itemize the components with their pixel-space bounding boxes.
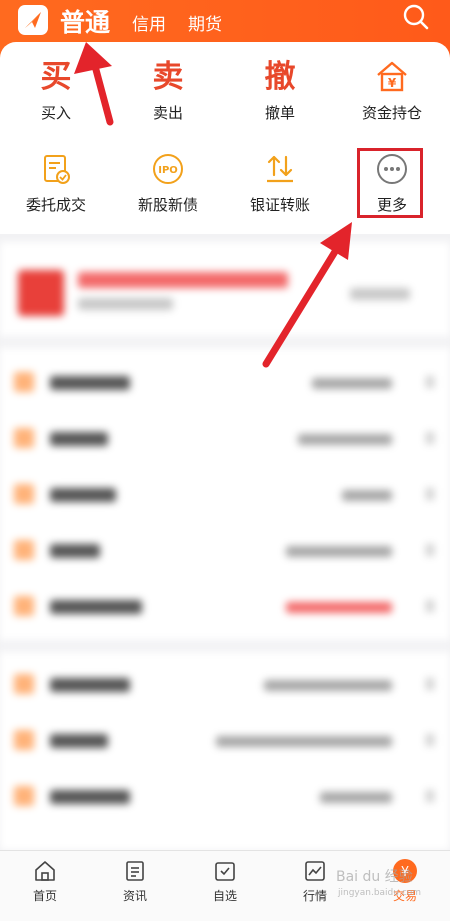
search-button[interactable] xyxy=(402,3,430,31)
blurred-content xyxy=(0,242,450,850)
row-title xyxy=(50,432,108,446)
chevron-right-icon xyxy=(426,734,434,746)
row-title xyxy=(50,600,142,614)
order-check-icon xyxy=(0,152,112,186)
tab-watchlist[interactable]: 自选 xyxy=(180,857,270,904)
more-highlight-annotation xyxy=(357,148,423,218)
row-icon xyxy=(14,730,34,750)
row-desc xyxy=(342,490,392,501)
banner-icon xyxy=(18,270,64,316)
tab-home[interactable]: 首页 xyxy=(0,857,90,904)
chevron-right-icon xyxy=(426,600,434,612)
row-title xyxy=(50,544,100,558)
app-logo xyxy=(18,5,48,35)
watchlist-icon xyxy=(180,857,270,885)
buy-button[interactable]: 买 买入 xyxy=(0,58,112,123)
buy-glyph: 买 xyxy=(40,59,72,95)
home-icon xyxy=(0,857,90,885)
ipo-icon: IPO xyxy=(112,152,224,186)
row-icon xyxy=(14,484,34,504)
funds-positions-label: 资金持仓 xyxy=(361,104,422,122)
chevron-right-icon xyxy=(426,488,434,500)
cancel-order-button[interactable]: 撤 撤单 xyxy=(224,58,336,123)
bank-transfer-label: 银证转账 xyxy=(249,196,310,214)
tab-normal[interactable]: 普通 xyxy=(60,3,110,39)
row-title xyxy=(50,734,108,748)
svg-text:IPO: IPO xyxy=(158,165,178,176)
row-desc xyxy=(264,680,392,691)
watermark-url: jingyan.baidu.com xyxy=(338,888,422,898)
section-divider xyxy=(0,640,450,652)
tab-watchlist-label: 自选 xyxy=(212,889,237,903)
chevron-right-icon xyxy=(426,544,434,556)
svg-text:¥: ¥ xyxy=(388,76,397,90)
tab-futures[interactable]: 期货 xyxy=(188,10,222,35)
search-icon xyxy=(403,4,429,30)
list-item[interactable] xyxy=(0,768,450,824)
list-item[interactable] xyxy=(0,712,450,768)
section-divider xyxy=(0,336,450,348)
banner-action xyxy=(350,288,410,300)
row-icon xyxy=(14,674,34,694)
paper-plane-logo-icon xyxy=(25,12,41,28)
cancel-glyph: 撤 xyxy=(264,59,296,95)
row-icon xyxy=(14,428,34,448)
chevron-right-icon xyxy=(426,678,434,690)
row-title xyxy=(50,678,130,692)
row-desc xyxy=(298,434,392,445)
orders-trades-button[interactable]: 委托成交 xyxy=(0,152,112,215)
row-desc xyxy=(216,736,392,747)
funds-positions-button[interactable]: ¥ 资金持仓 xyxy=(336,58,448,123)
banner-subtitle xyxy=(78,298,173,310)
list-item[interactable] xyxy=(0,466,450,522)
tab-credit[interactable]: 信用 xyxy=(132,10,166,35)
list-item[interactable] xyxy=(0,522,450,578)
sell-label: 卖出 xyxy=(152,104,183,122)
list-item[interactable] xyxy=(0,354,450,410)
chevron-right-icon xyxy=(426,376,434,388)
list-item[interactable] xyxy=(0,656,450,712)
watermark: Bai du 经验 xyxy=(336,869,413,885)
row-desc xyxy=(286,602,392,613)
list-item[interactable] xyxy=(0,410,450,466)
bank-transfer-button[interactable]: 银证转账 xyxy=(224,152,336,215)
chevron-right-icon xyxy=(426,790,434,802)
tab-news-label: 资讯 xyxy=(122,889,147,903)
row-desc xyxy=(312,378,392,389)
tab-home-label: 首页 xyxy=(32,889,57,903)
banner-title xyxy=(78,272,288,288)
row-icon xyxy=(14,540,34,560)
transfer-icon xyxy=(224,152,336,186)
news-icon xyxy=(90,857,180,885)
row-desc xyxy=(320,792,392,803)
orders-trades-label: 委托成交 xyxy=(25,196,86,214)
chevron-right-icon xyxy=(426,432,434,444)
row-title xyxy=(50,488,116,502)
row-icon xyxy=(14,372,34,392)
list-item[interactable] xyxy=(0,578,450,634)
ipo-label: 新股新债 xyxy=(137,196,198,214)
cancel-label: 撤单 xyxy=(264,104,295,122)
sell-button[interactable]: 卖 卖出 xyxy=(112,58,224,123)
row-title xyxy=(50,790,130,804)
buy-label: 买入 xyxy=(40,104,71,122)
row-title xyxy=(50,376,130,390)
row-icon xyxy=(14,596,34,616)
yuan-house-icon: ¥ xyxy=(336,58,448,98)
row-icon xyxy=(14,786,34,806)
row-desc xyxy=(286,546,392,557)
ipo-button[interactable]: IPO 新股新债 xyxy=(112,152,224,215)
tab-news[interactable]: 资讯 xyxy=(90,857,180,904)
sell-glyph: 卖 xyxy=(152,59,184,95)
